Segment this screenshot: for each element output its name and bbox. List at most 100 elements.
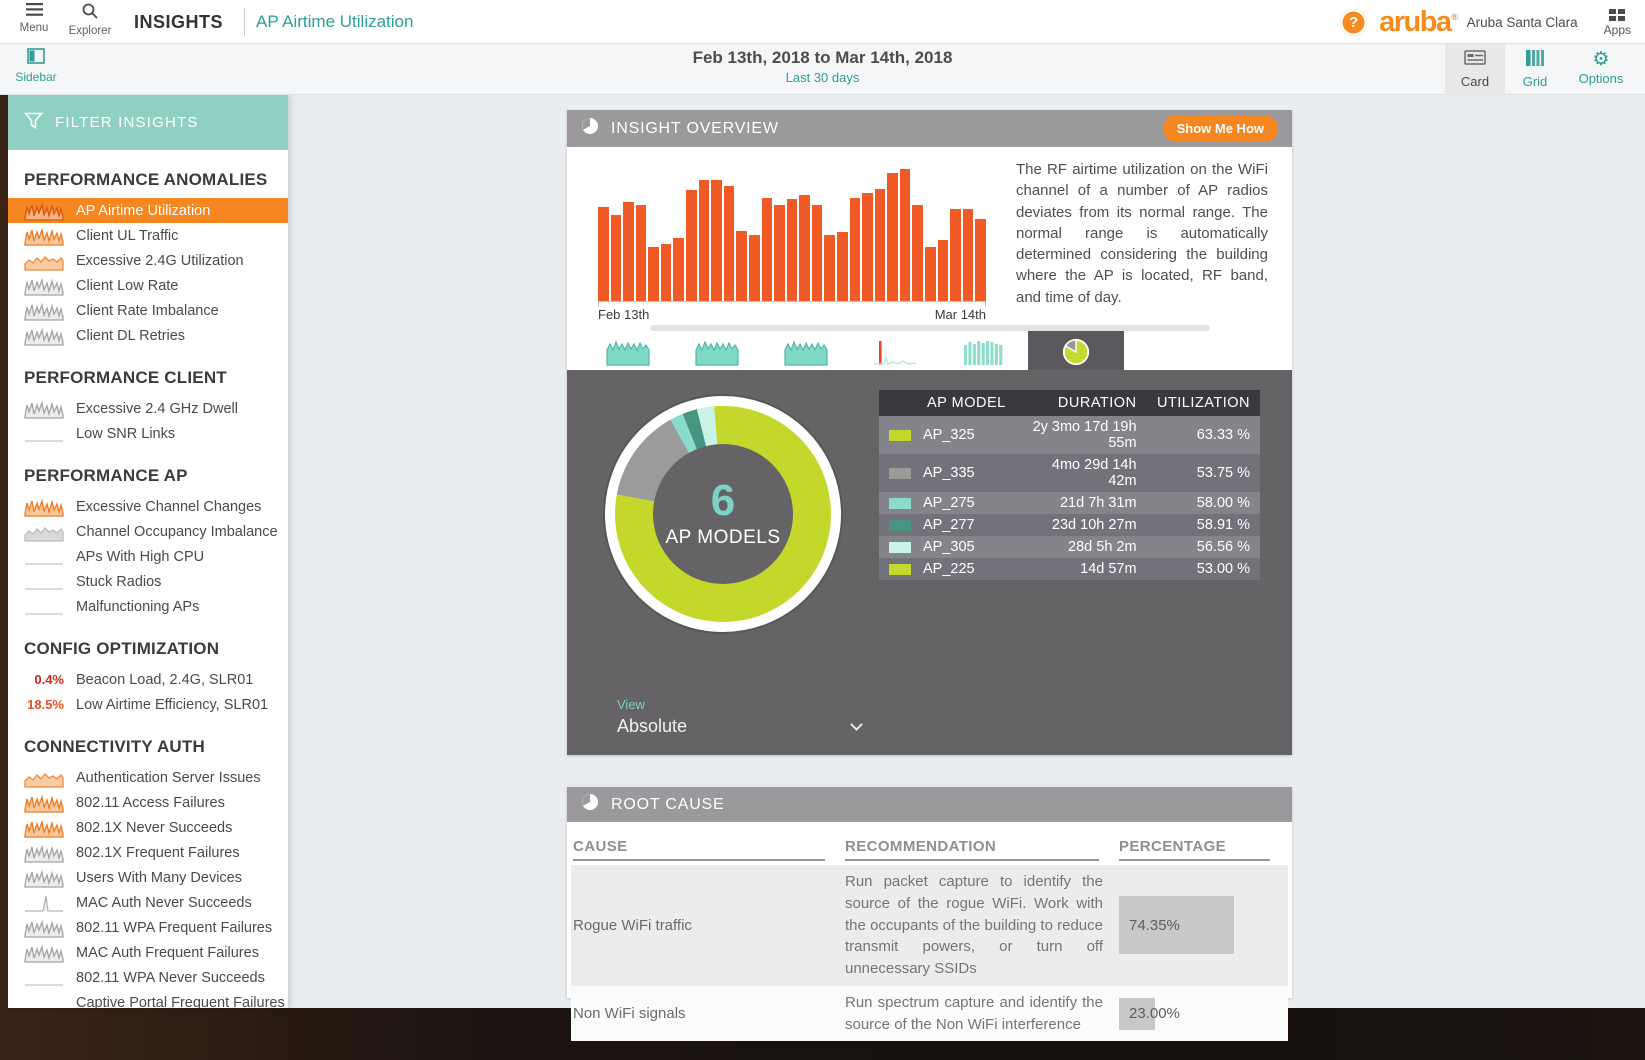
filter-insights-header: FILTER INSIGHTS bbox=[8, 95, 288, 150]
view-dropdown-label: View bbox=[617, 697, 867, 712]
flat-icon bbox=[24, 424, 64, 444]
chart-bar bbox=[598, 207, 609, 301]
chart-bar bbox=[925, 247, 936, 301]
sidebar-item-label: Client Low Rate bbox=[76, 278, 178, 294]
sidebar-section-title: CONNECTIVITY AUTH bbox=[24, 737, 288, 757]
ap-model-cell: AP_305 bbox=[879, 536, 1016, 558]
sidebar-item[interactable]: Client DL Retries bbox=[8, 323, 288, 348]
ap-table-row[interactable]: AP_225 14d 57m 53.00 % bbox=[879, 558, 1260, 580]
ap-table-row[interactable]: AP_275 21d 7h 31m 58.00 % bbox=[879, 492, 1260, 514]
chart-bar bbox=[975, 219, 986, 301]
chart-bar bbox=[648, 247, 659, 301]
legend-swatch bbox=[889, 564, 911, 575]
sidebar-item[interactable]: MAC Auth Frequent Failures bbox=[8, 940, 288, 965]
ap-table-row[interactable]: AP_325 2y 3mo 17d 19h 55m 63.33 % bbox=[879, 416, 1260, 454]
funnel-icon bbox=[24, 112, 43, 134]
sidebar-item[interactable]: APs With High CPU bbox=[8, 544, 288, 569]
chart-bar bbox=[799, 195, 810, 301]
ap-table-row[interactable]: AP_335 4mo 29d 14h 42m 53.75 % bbox=[879, 454, 1260, 492]
divider bbox=[244, 8, 245, 36]
utilization-cell: 63.33 % bbox=[1147, 416, 1260, 454]
ap-models-panel: 6 AP MODELS AP MODEL DURATION UTILIZATIO… bbox=[567, 370, 1292, 755]
date-range-subtitle[interactable]: Last 30 days bbox=[693, 70, 953, 85]
sidebar-item[interactable]: Client Rate Imbalance bbox=[8, 298, 288, 323]
date-range[interactable]: Feb 13th, 2018 to Mar 14th, 2018 bbox=[693, 48, 953, 68]
ap-table-row[interactable]: AP_305 28d 5h 2m 56.56 % bbox=[879, 536, 1260, 558]
percentage-value: 18.5% bbox=[24, 695, 64, 715]
sidebar-item-label: 802.11 Access Failures bbox=[76, 795, 225, 811]
orange-line-icon bbox=[24, 818, 64, 838]
chart-bar bbox=[887, 173, 898, 301]
insight-description: The RF airtime utilization on the WiFi c… bbox=[1016, 159, 1268, 308]
sidebar-item[interactable]: Stuck Radios bbox=[8, 569, 288, 594]
view-dropdown[interactable]: View Absolute bbox=[617, 697, 867, 737]
sidebar-item[interactable]: Authentication Server Issues bbox=[8, 765, 288, 790]
sidebar-item[interactable]: Captive Portal Frequent Failures bbox=[8, 990, 288, 1008]
apps-button[interactable]: Apps bbox=[1604, 7, 1631, 37]
grid-view-button[interactable]: Grid bbox=[1505, 44, 1565, 95]
sidebar-section: PERFORMANCE ANOMALIESAP Airtime Utilizat… bbox=[8, 170, 288, 348]
sidebar-item-label: APs With High CPU bbox=[76, 549, 204, 565]
sidebar-section: CONNECTIVITY AUTH Authentication Server I… bbox=[8, 737, 288, 1008]
gray-area-icon bbox=[24, 522, 64, 542]
percentage-cell: 23.00% bbox=[1117, 986, 1288, 1042]
orange-line-icon bbox=[24, 793, 64, 813]
chart-bar bbox=[736, 231, 747, 301]
chart-bar bbox=[611, 215, 622, 301]
sidebar-item[interactable]: Excessive Channel Changes bbox=[8, 494, 288, 519]
sidebar-item[interactable]: Low SNR Links bbox=[8, 421, 288, 446]
options-label: Options bbox=[1565, 71, 1637, 86]
sidebar-toggle-button[interactable]: Sidebar bbox=[12, 48, 60, 84]
col-percentage: PERCENTAGE bbox=[1117, 830, 1288, 865]
ap-model-cell: AP_277 bbox=[879, 514, 1016, 536]
sidebar-item[interactable]: Users With Many Devices bbox=[8, 865, 288, 890]
duration-cell: 14d 57m bbox=[1016, 558, 1146, 580]
sidebar-item[interactable]: Excessive 2.4G Utilization bbox=[8, 248, 288, 273]
sidebar-item[interactable]: 802.1X Never Succeeds bbox=[8, 815, 288, 840]
sidebar-item-label: Low Airtime Efficiency, SLR01 bbox=[76, 697, 268, 713]
sidebar-item[interactable]: 802.1X Frequent Failures bbox=[8, 840, 288, 865]
sidebar-item[interactable]: 802.11 Access Failures bbox=[8, 790, 288, 815]
card-view-button[interactable]: Card bbox=[1445, 44, 1505, 95]
sidebar-item-label: Authentication Server Issues bbox=[76, 770, 261, 786]
help-icon[interactable]: ? bbox=[1340, 9, 1367, 36]
chart-bar bbox=[623, 202, 634, 301]
ap-table-row[interactable]: AP_277 23d 10h 27m 58.91 % bbox=[879, 514, 1260, 536]
toolbar: Sidebar Feb 13th, 2018 to Mar 14th, 2018… bbox=[0, 44, 1645, 95]
hamburger-icon bbox=[26, 3, 43, 20]
options-button[interactable]: ⚙ Options bbox=[1565, 44, 1637, 95]
filter-insights-label: FILTER INSIGHTS bbox=[55, 114, 199, 131]
menu-label: Menu bbox=[14, 22, 54, 34]
menu-button[interactable]: Menu bbox=[14, 3, 54, 34]
donut-center-value: 6 bbox=[711, 479, 735, 523]
sidebar-item[interactable]: Client UL Traffic bbox=[8, 223, 288, 248]
sidebar-item[interactable]: AP Airtime Utilization bbox=[8, 198, 288, 223]
recommendation-cell: Run spectrum capture and identify the so… bbox=[843, 986, 1117, 1042]
chart-bar bbox=[774, 205, 785, 301]
chart-end-label: Mar 14th bbox=[935, 307, 986, 322]
sidebar-item[interactable]: Malfunctioning APs bbox=[8, 594, 288, 619]
sidebar-item[interactable]: 802.11 WPA Frequent Failures bbox=[8, 915, 288, 940]
utilization-bar-chart: Feb 13th Mar 14th bbox=[598, 163, 986, 322]
insight-overview-header: INSIGHT OVERVIEW Show Me How bbox=[567, 110, 1292, 147]
sidebar-item[interactable]: 802.11 WPA Never Succeeds bbox=[8, 965, 288, 990]
utilization-cell: 53.00 % bbox=[1147, 558, 1260, 580]
chart-bar bbox=[661, 244, 672, 301]
sidebar-item-label: Users With Many Devices bbox=[76, 870, 242, 886]
chart-bar bbox=[724, 186, 735, 301]
sidebar-item[interactable]: 18.5% Low Airtime Efficiency, SLR01 bbox=[8, 692, 288, 717]
sidebar-item[interactable]: 0.4%Beacon Load, 2.4G, SLR01 bbox=[8, 667, 288, 692]
orange-area-icon bbox=[24, 251, 64, 271]
chart-bar bbox=[912, 205, 923, 301]
chart-bar bbox=[963, 209, 974, 301]
explorer-button[interactable]: Explorer bbox=[64, 3, 116, 37]
legend-swatch bbox=[889, 468, 911, 479]
sidebar-item[interactable]: Client Low Rate bbox=[8, 273, 288, 298]
sidebar-item[interactable]: Channel Occupancy Imbalance bbox=[8, 519, 288, 544]
sidebar-item[interactable]: MAC Auth Never Succeeds bbox=[8, 890, 288, 915]
chart-bar bbox=[699, 180, 710, 301]
show-me-how-button[interactable]: Show Me How bbox=[1163, 115, 1278, 142]
chart-bar bbox=[850, 198, 861, 301]
sidebar-item[interactable]: Excessive 2.4 GHz Dwell bbox=[8, 396, 288, 421]
sidebar-item-label: 802.11 WPA Frequent Failures bbox=[76, 920, 272, 936]
